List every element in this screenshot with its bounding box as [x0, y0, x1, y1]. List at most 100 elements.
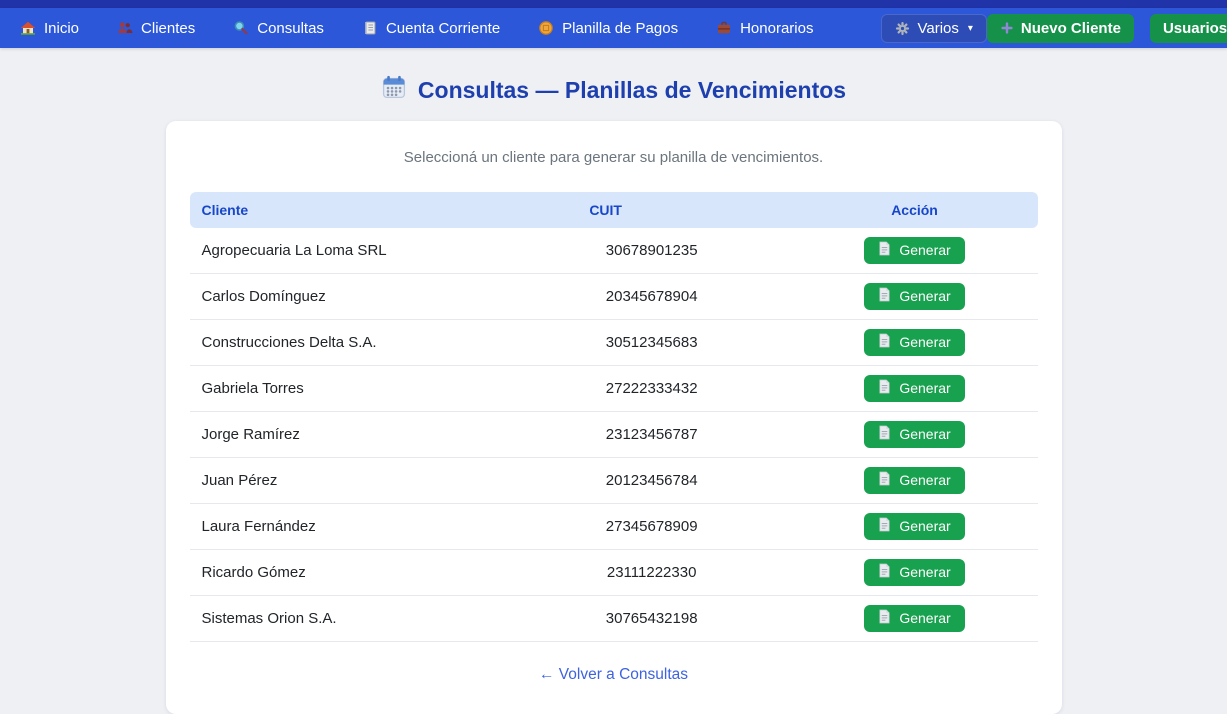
house-icon — [20, 20, 36, 36]
cuit-cell: 23111222330 — [512, 550, 792, 596]
page-title: Consultas — Planillas de Vencimientos — [0, 74, 1227, 106]
generar-button[interactable]: Generar — [864, 421, 964, 448]
nav-item-cuenta-corriente[interactable]: Cuenta Corriente — [362, 20, 500, 37]
action-cell: Generar — [792, 274, 1038, 320]
nav-item-label: Planilla de Pagos — [562, 20, 678, 37]
document-icon — [878, 287, 891, 305]
client-name-cell: Juan Pérez — [190, 458, 512, 504]
generar-button[interactable]: Generar — [864, 237, 964, 264]
generar-label: Generar — [899, 288, 950, 304]
document-icon — [878, 471, 891, 489]
table-row: Agropecuaria La Loma SRL 30678901235 Gen… — [190, 228, 1038, 274]
caret-down-icon: ▾ — [968, 23, 973, 34]
nav-item-consultas[interactable]: Consultas — [233, 20, 324, 37]
back-link-wrap: ← Volver a Consultas — [190, 666, 1038, 684]
client-name-cell: Agropecuaria La Loma SRL — [190, 228, 512, 274]
generar-button[interactable]: Generar — [864, 513, 964, 540]
nav-item-label: Cuenta Corriente — [386, 20, 500, 37]
card: Seleccioná un cliente para generar su pl… — [166, 121, 1062, 714]
document-icon — [878, 563, 891, 581]
table-body: Agropecuaria La Loma SRL 30678901235 Gen… — [190, 228, 1038, 642]
action-cell: Generar — [792, 412, 1038, 458]
volver-link[interactable]: ← Volver a Consultas — [539, 666, 688, 683]
client-name-cell: Gabriela Torres — [190, 366, 512, 412]
coin-icon — [538, 20, 554, 36]
varios-label: Varios — [917, 20, 958, 37]
action-cell: Generar — [792, 504, 1038, 550]
document-icon — [878, 241, 891, 259]
nav-item-label: Consultas — [257, 20, 324, 37]
generar-label: Generar — [899, 242, 950, 258]
gear-icon — [895, 21, 910, 36]
table-row: Gabriela Torres 27222333432 Generar — [190, 366, 1038, 412]
navbar: Inicio Clientes Consultas Cuenta Corrien… — [0, 8, 1227, 48]
generar-label: Generar — [899, 518, 950, 534]
cuit-cell: 20123456784 — [512, 458, 792, 504]
usuarios-button[interactable]: Usuarios — [1150, 14, 1227, 43]
action-cell: Generar — [792, 458, 1038, 504]
search-icon — [233, 20, 249, 36]
action-cell: Generar — [792, 596, 1038, 642]
nuevo-cliente-button[interactable]: Nuevo Cliente — [987, 14, 1134, 43]
table-row: Juan Pérez 20123456784 Generar — [190, 458, 1038, 504]
nav-item-honorarios[interactable]: Honorarios — [716, 20, 813, 37]
varios-dropdown[interactable]: Varios ▾ — [881, 14, 986, 43]
clients-table: Cliente CUIT Acción Agropecuaria La Loma… — [190, 192, 1038, 642]
client-name-cell: Construcciones Delta S.A. — [190, 320, 512, 366]
generar-button[interactable]: Generar — [864, 283, 964, 310]
cuit-cell: 30512345683 — [512, 320, 792, 366]
nav-item-label: Inicio — [44, 20, 79, 37]
table-row: Sistemas Orion S.A. 30765432198 Generar — [190, 596, 1038, 642]
usuarios-label: Usuarios — [1163, 20, 1227, 37]
client-name-cell: Sistemas Orion S.A. — [190, 596, 512, 642]
generar-button[interactable]: Generar — [864, 329, 964, 356]
table-row: Laura Fernández 27345678909 Generar — [190, 504, 1038, 550]
calendar-icon — [381, 74, 407, 106]
plus-icon — [1000, 21, 1014, 35]
action-cell: Generar — [792, 320, 1038, 366]
client-name-cell: Carlos Domínguez — [190, 274, 512, 320]
cuit-cell: 27222333432 — [512, 366, 792, 412]
page-title-text: Consultas — Planillas de Vencimientos — [418, 77, 846, 104]
document-icon — [878, 333, 891, 351]
nav-item-label: Honorarios — [740, 20, 813, 37]
document-icon — [878, 379, 891, 397]
cuit-cell: 30678901235 — [512, 228, 792, 274]
nav-item-inicio[interactable]: Inicio — [20, 20, 79, 37]
generar-label: Generar — [899, 564, 950, 580]
table-row: Jorge Ramírez 23123456787 Generar — [190, 412, 1038, 458]
client-name-cell: Jorge Ramírez — [190, 412, 512, 458]
action-cell: Generar — [792, 366, 1038, 412]
generar-button[interactable]: Generar — [864, 605, 964, 632]
ledger-icon — [362, 20, 378, 36]
generar-button[interactable]: Generar — [864, 375, 964, 402]
cuit-cell: 30765432198 — [512, 596, 792, 642]
nav-item-planilla-de-pagos[interactable]: Planilla de Pagos — [538, 20, 678, 37]
cuit-cell: 27345678909 — [512, 504, 792, 550]
document-icon — [878, 517, 891, 535]
generar-label: Generar — [899, 472, 950, 488]
document-icon — [878, 609, 891, 627]
generar-label: Generar — [899, 334, 950, 350]
table-row: Construcciones Delta S.A. 30512345683 Ge… — [190, 320, 1038, 366]
table-header-cliente: Cliente — [190, 192, 512, 228]
generar-button[interactable]: Generar — [864, 467, 964, 494]
briefcase-icon — [716, 20, 732, 36]
action-cell: Generar — [792, 228, 1038, 274]
client-name-cell: Laura Fernández — [190, 504, 512, 550]
nav-item-clientes[interactable]: Clientes — [117, 20, 195, 37]
table-row: Ricardo Gómez 23111222330 Generar — [190, 550, 1038, 596]
generar-label: Generar — [899, 380, 950, 396]
document-icon — [878, 425, 891, 443]
subtitle: Seleccioná un cliente para generar su pl… — [190, 149, 1038, 166]
generar-button[interactable]: Generar — [864, 559, 964, 586]
action-cell: Generar — [792, 550, 1038, 596]
cuit-cell: 23123456787 — [512, 412, 792, 458]
nav-item-label: Clientes — [141, 20, 195, 37]
people-icon — [117, 20, 133, 36]
table-header-row: Cliente CUIT Acción — [190, 192, 1038, 228]
top-strip — [0, 0, 1227, 8]
generar-label: Generar — [899, 610, 950, 626]
nav-right-group: Nuevo Cliente Usuarios Roles — [987, 14, 1227, 43]
table-header-cuit: CUIT — [512, 192, 792, 228]
